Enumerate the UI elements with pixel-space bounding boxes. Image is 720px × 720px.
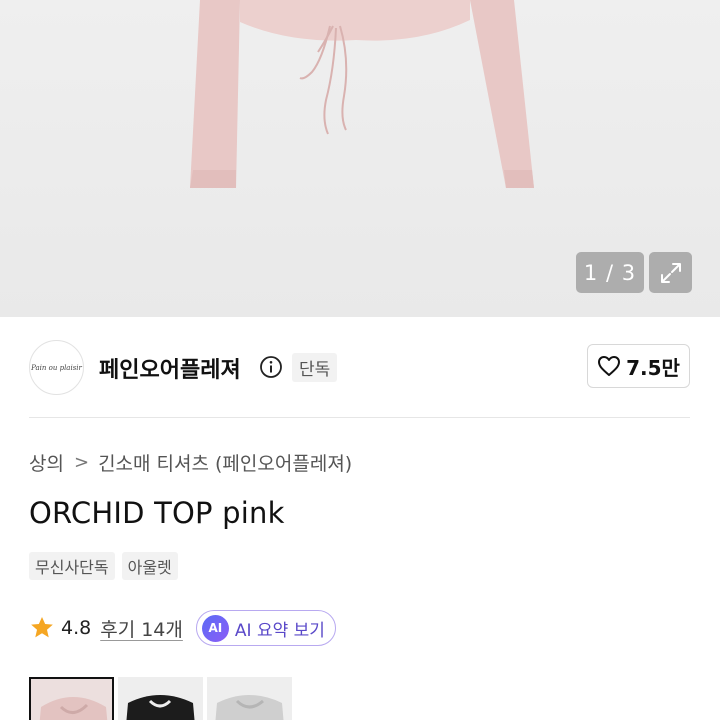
expand-image-button[interactable] [649,252,692,293]
star-icon [31,616,53,638]
product-tags: 무신사단독 아울렛 [29,552,178,580]
heart-outline-icon [598,356,621,376]
brand-logo[interactable]: Pain ou plaisir [29,340,84,395]
exclusive-badge: 단독 [292,353,338,382]
breadcrumb-separator: > [73,452,90,473]
ai-chip-icon: AI [201,614,229,642]
ai-summary-label: AI 요약 보기 [234,620,325,641]
rating-row: 4.8 후기 14개 AI AI 요약 보기 [29,610,336,646]
ai-summary-button[interactable]: AI AI 요약 보기 [195,610,336,646]
breadcrumb: 상의 > 긴소매 티셔츠 (페인오어플레져) [29,449,352,476]
product-image-gallery[interactable]: 1 / 3 [0,0,720,317]
rating-value: 4.8 [61,617,92,639]
section-divider [29,417,690,418]
product-title: ORCHID TOP pink [29,496,285,530]
info-circle-icon[interactable] [259,355,283,379]
thumbnail-gray[interactable] [207,677,292,720]
tag-outlet: 아울렛 [121,552,178,580]
breadcrumb-category[interactable]: 상의 [29,449,64,476]
expand-arrows-icon [660,262,681,283]
image-counter: 1 / 3 [576,252,644,293]
tag-musinsa-exclusive: 무신사단독 [29,552,115,580]
thumbnail-image [118,677,203,720]
breadcrumb-subcategory[interactable]: 긴소매 티셔츠 (페인오어플레져) [98,449,352,476]
thumbnail-pink[interactable] [29,677,114,720]
brand-logo-text: Pain ou plaisir [31,363,82,372]
thumbnail-black[interactable] [118,677,203,720]
color-thumbnails [29,677,292,720]
like-count: 7.5만 [626,355,680,380]
reviews-link[interactable]: 후기 14개 [100,615,183,642]
like-button[interactable]: 7.5만 [587,344,690,388]
brand-name[interactable]: 페인오어플레져 [99,352,241,384]
thumbnail-image [207,677,292,720]
thumbnail-image [31,679,112,720]
